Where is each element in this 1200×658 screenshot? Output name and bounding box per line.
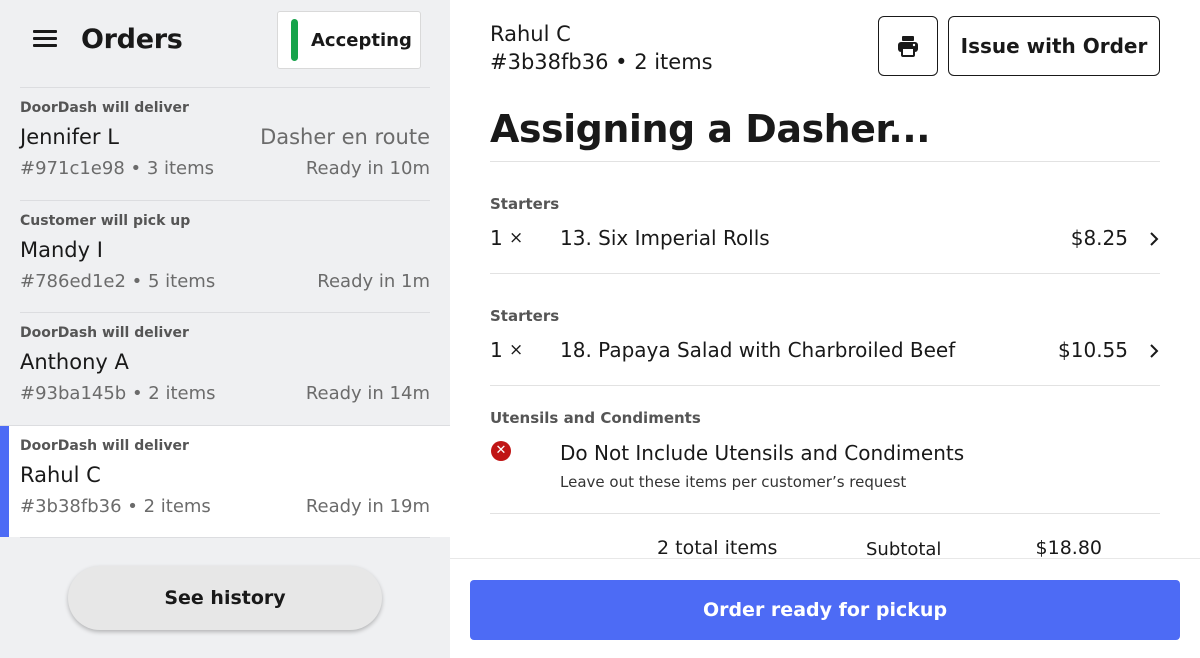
customer-name: Jennifer L <box>20 125 119 149</box>
selected-indicator <box>0 425 9 537</box>
page-title: Orders <box>81 24 183 55</box>
accepting-toggle[interactable]: Accepting <box>277 11 421 69</box>
ready-time: Ready in 10m <box>305 158 430 179</box>
fulfillment-type: DoorDash will deliver <box>20 325 189 341</box>
print-button[interactable] <box>878 16 938 76</box>
subtotal-label: Subtotal <box>866 539 942 560</box>
fulfillment-type: Customer will pick up <box>20 212 191 229</box>
hamburger-menu-icon[interactable] <box>33 30 57 50</box>
section-label: Starters <box>490 195 560 213</box>
item-name: 18. Papaya Salad with Charbroiled Beef <box>560 338 956 362</box>
customer-name: Rahul C <box>20 462 101 487</box>
utensils-note: Leave out these items per customer’s req… <box>560 473 907 491</box>
item-price: $8.25 <box>1070 226 1128 250</box>
times-symbol: × <box>509 340 524 360</box>
detail-order-meta: #3b38fb36 • 2 items <box>490 50 713 74</box>
total-items-count: 2 total items <box>657 537 778 559</box>
error-x-icon: ✕ <box>491 441 511 461</box>
order-list: DoorDash will deliver Jennifer L Dasher … <box>0 87 450 537</box>
order-id-items: #971c1e98 • 3 items <box>20 158 215 179</box>
accepting-status-indicator <box>291 19 298 61</box>
customer-name: Anthony A <box>20 350 129 374</box>
divider <box>490 161 1160 162</box>
item-quantity: 1 <box>490 226 503 250</box>
order-item-row[interactable]: 1 × 13. Six Imperial Rolls $8.25 <box>490 226 1170 256</box>
order-id-items: #3b38fb36 • 2 items <box>20 495 211 517</box>
bottom-action-bar: Order ready for pickup <box>450 558 1200 658</box>
list-divider <box>20 537 430 538</box>
item-name: 13. Six Imperial Rolls <box>560 226 770 250</box>
order-card-jennifer[interactable]: DoorDash will deliver Jennifer L Dasher … <box>20 87 430 200</box>
printer-icon <box>898 36 918 57</box>
order-status-title: Assigning a Dasher... <box>490 107 931 151</box>
ready-time: Ready in 14m <box>305 383 430 404</box>
order-detail-panel: Rahul C #3b38fb36 • 2 items Issue with O… <box>450 0 1200 658</box>
accepting-label: Accepting <box>311 30 412 51</box>
order-id-items: #93ba145b • 2 items <box>20 383 216 404</box>
issue-with-order-button[interactable]: Issue with Order <box>948 16 1160 76</box>
fulfillment-type: DoorDash will deliver <box>20 437 189 454</box>
ready-time: Ready in 19m <box>305 495 430 517</box>
ready-time: Ready in 1m <box>317 270 430 292</box>
divider <box>490 385 1160 386</box>
order-card-mandy[interactable]: Customer will pick up Mandy I #786ed1e2 … <box>20 199 430 313</box>
fulfillment-type: DoorDash will deliver <box>20 100 189 116</box>
section-label: Starters <box>490 307 560 325</box>
see-history-button[interactable]: See history <box>68 566 382 630</box>
order-ready-button[interactable]: Order ready for pickup <box>470 580 1180 640</box>
section-label: Utensils and Condiments <box>490 409 701 427</box>
customer-name: Mandy I <box>20 237 103 262</box>
orders-sidebar: Orders Accepting DoorDash will deliver J… <box>0 0 450 658</box>
chevron-right-icon <box>1150 232 1159 246</box>
utensils-instruction: Do Not Include Utensils and Condiments <box>560 441 965 465</box>
detail-customer-name: Rahul C <box>490 22 571 46</box>
item-price: $10.55 <box>1058 338 1128 362</box>
divider <box>490 513 1160 514</box>
delivery-status: Dasher en route <box>260 125 430 149</box>
order-id-items: #786ed1e2 • 5 items <box>20 270 216 292</box>
item-quantity: 1 <box>490 338 503 362</box>
order-item-row[interactable]: 1 × 18. Papaya Salad with Charbroiled Be… <box>490 338 1170 368</box>
times-symbol: × <box>509 228 524 248</box>
chevron-right-icon <box>1150 344 1159 358</box>
divider <box>490 273 1160 274</box>
order-card-rahul-selected[interactable]: DoorDash will deliver Rahul C #3b38fb36 … <box>0 424 450 537</box>
order-card-anthony[interactable]: DoorDash will deliver Anthony A #93ba145… <box>20 312 430 425</box>
subtotal-value: $18.80 <box>1035 537 1102 559</box>
